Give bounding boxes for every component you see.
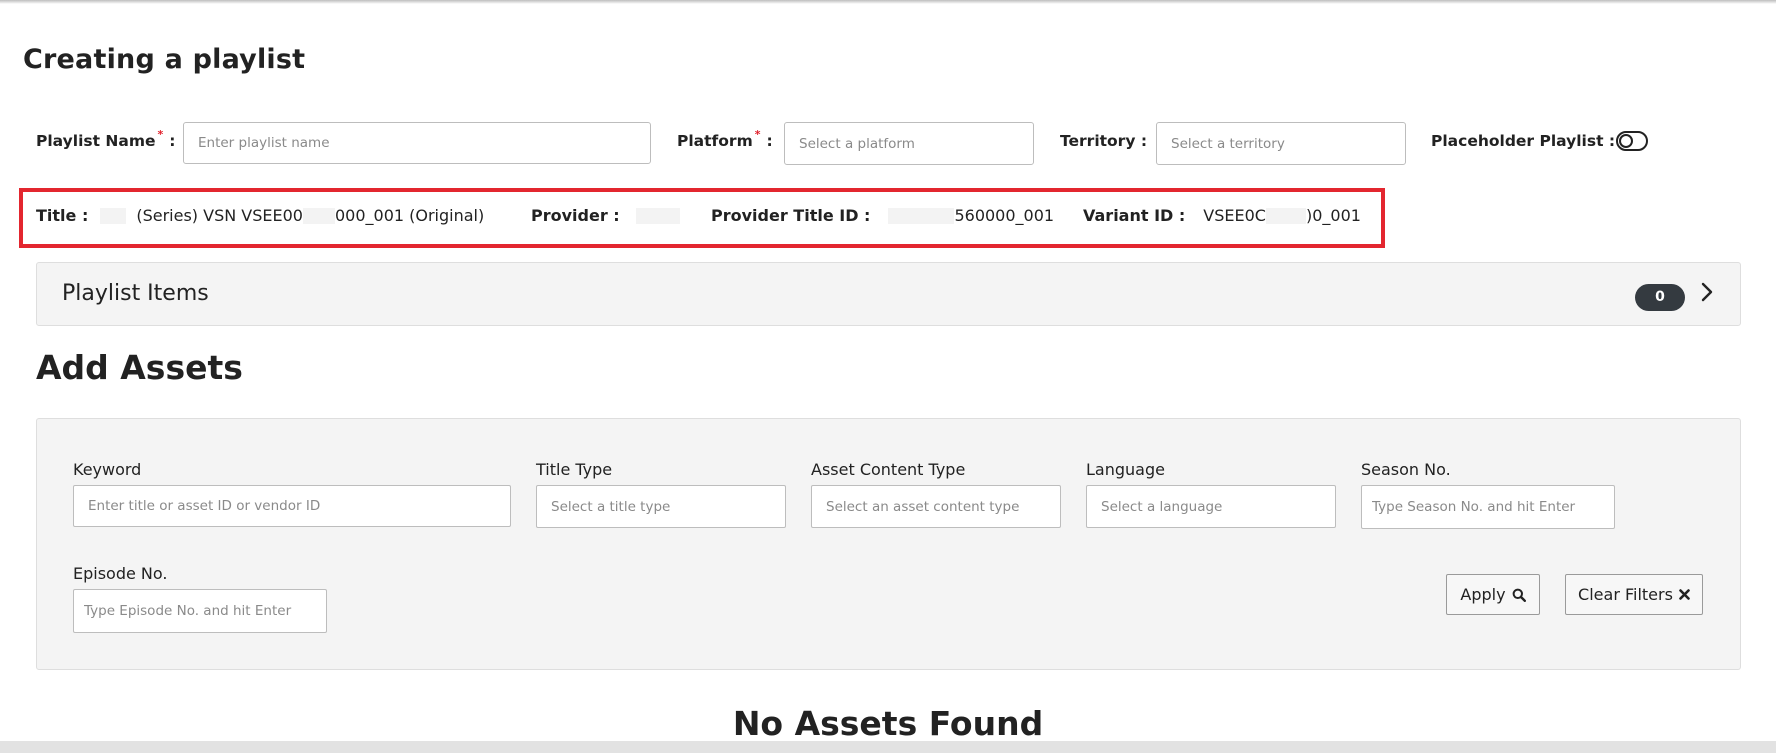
variant-id-tail: )0_001 xyxy=(1305,206,1361,225)
page-title: Creating a playlist xyxy=(23,44,306,75)
title-value-tail: 000_001 (Original) xyxy=(334,206,485,225)
redacted-value xyxy=(100,207,127,224)
language-select[interactable] xyxy=(1086,485,1336,528)
keyword-label: Keyword xyxy=(73,460,142,479)
search-icon xyxy=(1512,588,1526,602)
provider-info: Provider : xyxy=(531,206,680,225)
apply-button-label: Apply xyxy=(1460,585,1506,604)
redacted-value xyxy=(888,207,955,224)
horizontal-scrollbar[interactable] xyxy=(0,741,1776,753)
title-type-label: Title Type xyxy=(536,460,613,479)
keyword-input[interactable] xyxy=(73,485,511,527)
placeholder-playlist-label: Placeholder Playlist : xyxy=(1431,132,1616,150)
required-marker: * xyxy=(754,128,761,141)
title-type-select[interactable] xyxy=(536,485,786,528)
episode-no-input[interactable] xyxy=(73,589,327,633)
playlist-name-label: Playlist Name *: xyxy=(36,128,176,150)
platform-label: Platform *: xyxy=(677,128,773,150)
redacted-value xyxy=(1265,207,1306,224)
provider-title-id-value: 560000_001 xyxy=(954,206,1055,225)
territory-select[interactable] xyxy=(1156,122,1406,165)
territory-label: Territory : xyxy=(1060,132,1148,150)
playlist-items-panel[interactable]: Playlist Items 0 xyxy=(36,262,1741,326)
playlist-items-count-badge: 0 xyxy=(1635,284,1685,311)
asset-content-type-label: Asset Content Type xyxy=(811,460,966,479)
platform-label-text: Platform xyxy=(677,132,753,150)
colon: : xyxy=(169,132,176,150)
provider-label: Provider : xyxy=(531,206,620,225)
playlist-name-label-text: Playlist Name xyxy=(36,132,156,150)
placeholder-playlist-toggle[interactable] xyxy=(1616,131,1648,151)
variant-id-value: VSEE0C xyxy=(1203,206,1266,225)
asset-filters-panel: Keyword Title Type Asset Content Type La… xyxy=(36,418,1741,670)
close-icon xyxy=(1679,589,1690,600)
season-no-input[interactable] xyxy=(1361,485,1615,529)
title-value: (Series) VSN VSEE00 xyxy=(136,206,303,225)
chevron-right-icon[interactable] xyxy=(1701,280,1713,308)
add-assets-title: Add Assets xyxy=(36,348,243,387)
playlist-items-title: Playlist Items xyxy=(62,281,209,306)
no-assets-message: No Assets Found xyxy=(732,704,1044,743)
title-info: Title : (Series) VSN VSEE00 000_001 (Ori… xyxy=(36,206,484,225)
provider-title-id-info: Provider Title ID : 560000_001 xyxy=(711,206,1054,225)
episode-no-label: Episode No. xyxy=(73,564,168,583)
variant-id-label: Variant ID : xyxy=(1083,206,1186,225)
provider-title-id-label: Provider Title ID : xyxy=(711,206,871,225)
clear-filters-button[interactable]: Clear Filters xyxy=(1565,574,1703,615)
title-label: Title : xyxy=(36,206,89,225)
playlist-name-input[interactable] xyxy=(183,122,651,164)
colon: : xyxy=(766,132,773,150)
toggle-switch-icon xyxy=(1619,134,1633,148)
redacted-value xyxy=(635,207,680,224)
required-marker: * xyxy=(157,128,164,141)
platform-select[interactable] xyxy=(784,122,1034,165)
apply-button[interactable]: Apply xyxy=(1446,574,1540,615)
language-label: Language xyxy=(1086,460,1165,479)
asset-content-type-select[interactable] xyxy=(811,485,1061,528)
redacted-value xyxy=(302,207,335,224)
season-no-label: Season No. xyxy=(1361,460,1451,479)
variant-id-info: Variant ID : VSEE0C )0_001 xyxy=(1083,206,1361,225)
clear-filters-label: Clear Filters xyxy=(1578,585,1673,604)
top-shadow xyxy=(0,0,1776,4)
